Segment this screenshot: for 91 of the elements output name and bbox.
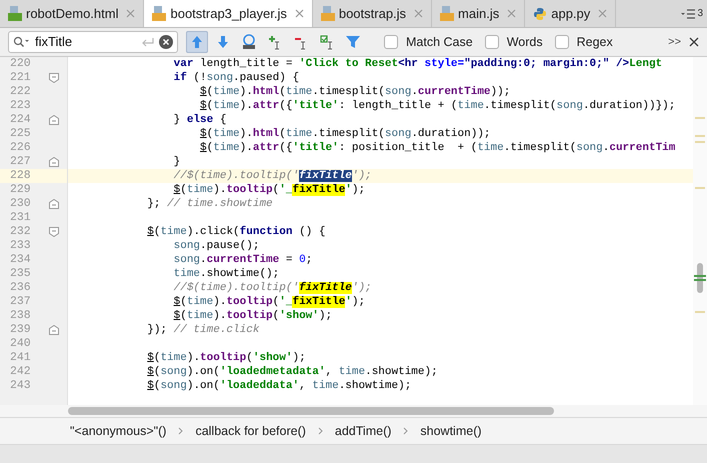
code-line: $(time).html(time.timesplit(song.currentTime));: [199, 85, 510, 99]
arrow-up-icon: [189, 34, 205, 50]
line-number: 230: [9, 197, 32, 211]
line-number: 238: [9, 309, 32, 323]
code-line: }; // time.showtime: [146, 197, 273, 211]
line-number: 226: [9, 141, 32, 155]
line-number: 234: [9, 253, 32, 267]
chevron-right-icon: [318, 427, 323, 435]
line-number: 222: [9, 85, 32, 99]
code-line: $(time).attr({'title': position_title + (time.timesplit(song.currentTim: [199, 141, 676, 155]
return-icon: [141, 37, 155, 47]
scrollbar-thumb[interactable]: [697, 263, 703, 293]
line-number: 225: [9, 127, 32, 141]
more-button[interactable]: >>: [668, 34, 681, 50]
code-line: $(time).html(time.timesplit(song.duration));: [199, 127, 491, 141]
arrow-down-icon: [215, 34, 231, 50]
tab-label: robotDemo.html: [26, 4, 118, 23]
js-file-icon: [440, 6, 454, 21]
checkbox[interactable]: [384, 35, 398, 49]
line-number: 224: [9, 113, 32, 127]
code-line: $(time).attr({'title': length_title + (time.timesplit(song.duration))});: [199, 99, 676, 113]
python-file-icon: [533, 6, 548, 20]
line-number: 227: [9, 155, 32, 169]
code-line: }); // time.click: [146, 323, 260, 337]
code-line: song.pause();: [172, 239, 260, 253]
line-number: 236: [9, 281, 32, 295]
breadcrumb[interactable]: showtime(): [420, 422, 482, 440]
code-line: //$(time).tooltip('fixTitle');: [172, 169, 372, 183]
code-line: time.showtime();: [172, 267, 280, 281]
tab-label: bootstrap.js: [338, 4, 406, 23]
html-file-icon: [8, 6, 22, 21]
code-line: }: [172, 155, 180, 169]
line-number: 242: [9, 365, 32, 379]
fold-icon[interactable]: [49, 199, 59, 209]
fold-icon[interactable]: [49, 73, 59, 83]
code-line: song.currentTime = 0;: [172, 253, 312, 267]
tab-label: main.js: [458, 4, 500, 23]
scrollbar-thumb[interactable]: [68, 407, 554, 415]
select-all-icon: [241, 34, 257, 50]
checkbox[interactable]: [484, 35, 499, 49]
line-number: 241: [9, 351, 32, 365]
fold-icon[interactable]: [49, 157, 59, 167]
checked-cursor-icon: [319, 34, 335, 50]
fold-icon[interactable]: [49, 115, 59, 125]
line-number: 221: [9, 71, 32, 85]
code-line: if (!song.paused) {: [172, 71, 300, 85]
filter-icon: [345, 34, 361, 50]
tab-label: bootstrap3_player.js: [170, 4, 287, 23]
line-number: 233: [9, 239, 32, 253]
code-line: var length_title = 'Click to Reset<hr style="padding:0; margin:0;" />Lengt: [172, 57, 662, 71]
checkbox[interactable]: [554, 35, 569, 49]
editor-tab[interactable]: bootstrap3_player.js: [144, 0, 313, 27]
option-label: Words: [506, 34, 543, 51]
search-field[interactable]: fixTitle: [8, 31, 178, 53]
code-line: } else {: [172, 113, 226, 127]
line-number: 223: [9, 99, 32, 113]
option-label: Regex: [576, 34, 613, 51]
code-line: $(time).tooltip('_fixTitle');: [172, 295, 366, 309]
search-icon: [13, 36, 31, 48]
close-icon[interactable]: [689, 37, 699, 47]
breadcrumb[interactable]: addTime(): [334, 422, 392, 440]
breadcrumb[interactable]: callback for before(): [195, 422, 306, 440]
code-line: $(time).tooltip('show');: [146, 351, 306, 365]
line-number: 243: [9, 379, 32, 393]
code-line: $(time).click(function () {: [146, 225, 326, 239]
line-number: 237: [9, 295, 32, 309]
list-icon[interactable]: [681, 8, 696, 18]
option-label: Match Case: [406, 34, 473, 51]
clear-icon[interactable]: [159, 35, 173, 49]
js-file-icon: [320, 6, 335, 21]
line-number: 239: [9, 323, 32, 337]
chevron-right-icon: [403, 427, 408, 435]
line-number: 235: [9, 267, 32, 281]
line-number: 231: [9, 211, 32, 225]
fold-icon[interactable]: [49, 227, 59, 237]
chevron-right-icon: [178, 427, 184, 435]
code-line: $(song).on('loadedmetadata', time.showtime);: [146, 365, 438, 379]
line-number: 220: [9, 57, 32, 71]
fold-icon[interactable]: [49, 325, 59, 335]
line-number: 240: [9, 337, 32, 351]
code-line: $(time).tooltip('show');: [172, 309, 332, 323]
tab-label: app.py: [551, 4, 590, 23]
tab-count: 3: [697, 7, 703, 21]
breadcrumb[interactable]: "<anonymous>"(): [70, 422, 166, 440]
line-number: 229: [9, 183, 32, 197]
line-number: 232: [9, 225, 32, 239]
code-line: $(song).on('loadeddata', time.showtime);: [146, 379, 412, 393]
code-line: $(time).tooltip('_fixTitle');: [172, 183, 366, 197]
code-line: //$(time).tooltip('fixTitle');: [172, 281, 372, 295]
js-file-icon: [152, 6, 166, 21]
line-number: 228: [9, 169, 32, 183]
